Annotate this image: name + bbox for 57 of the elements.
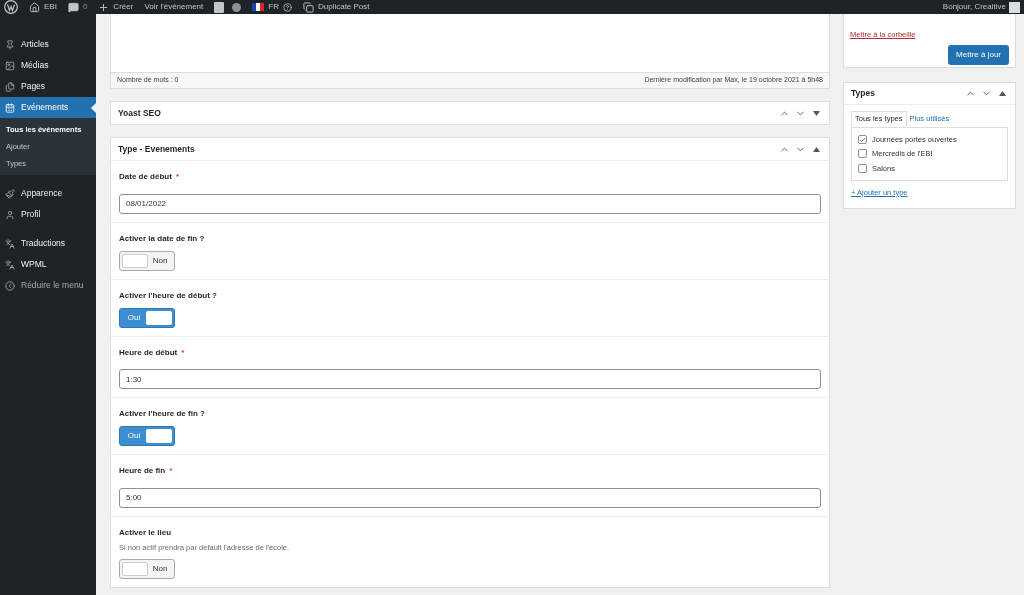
update-button[interactable]: Mettre à jour [948,45,1009,66]
field-label: Date de début [119,171,172,183]
flag-icon[interactable] [252,3,265,11]
home-icon[interactable] [29,1,40,13]
brush-icon [5,188,15,199]
duplicate-post-link[interactable]: Duplicate Post [317,1,370,13]
field-label: Heure de début [119,346,178,359]
sidebar-item[interactable]: Réduire le menu [0,275,96,296]
field-label: Activer la date de fin ? [119,232,205,245]
field-label: Heure de fin [119,465,166,477]
avatar-icon[interactable] [1009,1,1020,13]
greeting-link[interactable]: Bonjour, Creaitive [942,1,1006,13]
media-icon [5,60,15,71]
plus-icon[interactable] [98,1,110,13]
field-label: Activer le lieu [119,526,172,539]
meta-box-title: Type - Evenements [118,142,195,156]
sidebar-item[interactable]: Profil [0,204,96,225]
sidebar-item[interactable]: Traductions [0,233,96,254]
comment-count[interactable]: 0 [82,1,88,13]
toggle-panel-icon[interactable] [811,110,822,116]
view-event-link[interactable]: Voir l'événement [144,1,204,13]
help-icon[interactable] [282,2,292,12]
toggle-switch[interactable]: Non [119,250,175,271]
current-pointer-icon [91,103,96,113]
text-field[interactable]: 5:00 [119,487,821,508]
sidebar-item[interactable]: Articles [0,34,96,55]
panel-title: Types [851,87,875,100]
sidebar-item[interactable]: Evénements [0,97,96,118]
required-mark: * [169,465,173,477]
toggle-switch[interactable]: Non [119,558,175,579]
field-label: Activer l'heure de fin ? [119,408,205,420]
meta-box-title: Yoast SEO [118,106,161,120]
pin-icon [5,39,15,50]
site-name-link[interactable]: EBI [44,1,57,13]
wordpress-logo-icon[interactable] [4,0,18,14]
checkbox[interactable] [858,149,867,159]
sidebar-item[interactable]: Apparence [0,183,96,204]
toggle-panel-icon[interactable] [811,146,822,152]
calendar-icon [5,102,15,113]
required-mark: * [175,171,180,183]
collapse-icon [5,280,15,291]
checkbox[interactable] [858,135,867,145]
language-link[interactable]: FR [268,1,279,13]
pages-icon [5,81,15,92]
checkbox[interactable] [858,163,867,173]
required-mark: * [181,346,185,359]
sidebar-item[interactable]: Médias [0,55,96,76]
user-icon [5,209,15,220]
duplicate-icon[interactable] [302,1,314,13]
text-field[interactable]: 1:30 [119,369,821,389]
sidebar-item[interactable]: WPML [0,254,96,275]
field-label: Activer l'heure de début ? [119,289,217,302]
text-field[interactable]: 08/01/2022 [119,193,821,214]
toggle-panel-icon[interactable] [997,91,1008,96]
comment-icon[interactable] [67,1,79,13]
sidebar-item[interactable]: Pages [0,76,96,97]
new-link[interactable]: Créer [113,1,134,13]
